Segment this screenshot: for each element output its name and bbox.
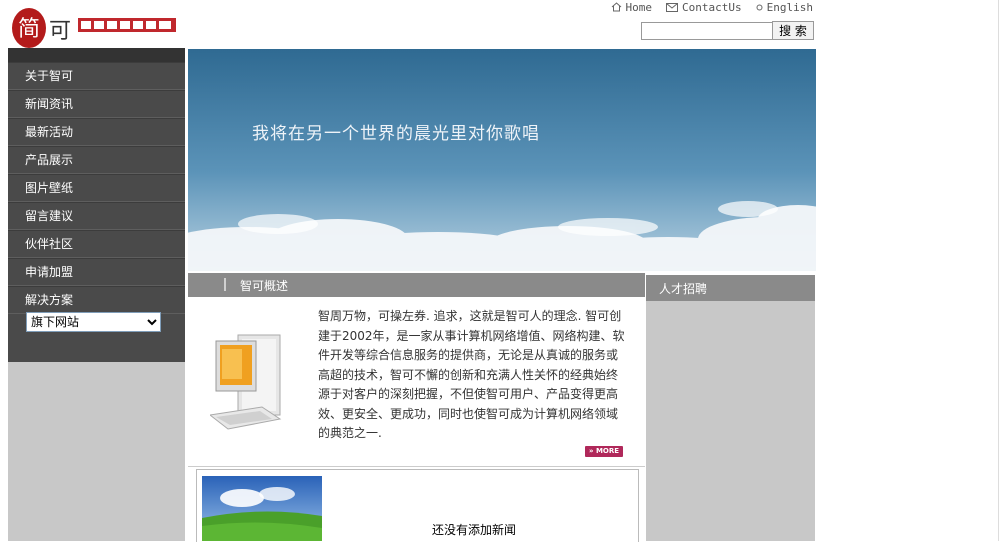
english-link[interactable]: English	[756, 0, 813, 14]
sidebar-item-solutions[interactable]: 解决方案	[8, 286, 185, 314]
contact-link-label: ContactUs	[682, 0, 742, 14]
search-button[interactable]: 搜 索	[772, 21, 814, 40]
sidebar-item-franchise[interactable]: 申请加盟	[8, 258, 185, 286]
search-input[interactable]	[641, 22, 775, 40]
home-link-label: Home	[625, 0, 653, 14]
sidebar-item-products[interactable]: 产品展示	[8, 146, 185, 174]
contact-link[interactable]: ContactUs	[666, 0, 742, 14]
more-label: MORE	[595, 447, 620, 455]
home-icon	[611, 2, 621, 12]
sidebar-header	[8, 48, 185, 62]
recruit-header: 人才招聘	[646, 275, 815, 301]
sidebar-item-community[interactable]: 伙伴社区	[8, 230, 185, 258]
top-nav: Home ContactUs English	[611, 0, 813, 14]
home-link[interactable]: Home	[611, 0, 653, 14]
sidebar-item-wallpaper[interactable]: 图片壁纸	[8, 174, 185, 202]
overview-title: 智可概述	[240, 279, 289, 293]
banner-image	[188, 49, 816, 271]
svg-text:简: 简	[18, 17, 40, 42]
sidebar-item-news[interactable]: 新闻资讯	[8, 90, 185, 118]
bullet-icon	[756, 4, 763, 10]
svg-text:可: 可	[49, 19, 71, 44]
recruit-body	[646, 301, 815, 541]
banner-slogan: 我将在另一个世界的晨光里对你歌唱	[252, 124, 540, 144]
computer-icon	[210, 334, 282, 430]
page-edge	[998, 0, 999, 541]
news-empty-message: 还没有添加新闻	[432, 523, 517, 537]
mail-icon	[666, 2, 679, 12]
overview-header: 智可概述	[188, 273, 645, 297]
header-separator	[224, 278, 226, 291]
news-thumbnail	[202, 476, 322, 541]
more-button[interactable]: » MORE	[585, 446, 623, 457]
site-logo[interactable]: 简 可	[10, 6, 180, 50]
sidebar-item-about[interactable]: 关于智可	[8, 62, 185, 90]
sidebar-filler	[8, 362, 185, 541]
english-link-label: English	[766, 0, 813, 14]
recruit-title: 人才招聘	[659, 282, 708, 296]
sub-sites-select[interactable]: 旗下网站	[26, 312, 161, 332]
sidebar-item-events[interactable]: 最新活动	[8, 118, 185, 146]
sidebar-item-feedback[interactable]: 留言建议	[8, 202, 185, 230]
overview-text: 智周万物，可操左券. 追求，这就是智可人的理念. 智可创建于2002年，是一家从…	[318, 309, 625, 440]
divider	[188, 466, 645, 467]
